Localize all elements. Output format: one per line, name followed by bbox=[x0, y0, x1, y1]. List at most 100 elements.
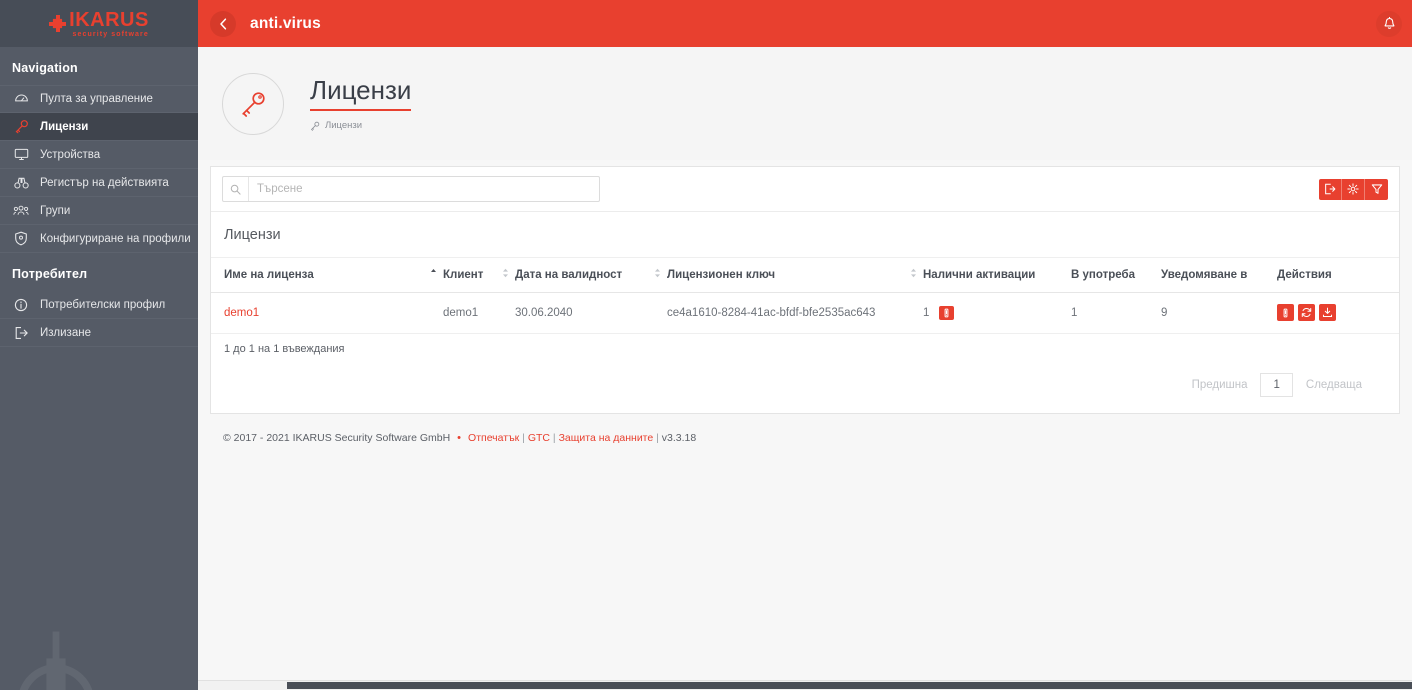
col-label: В употреба bbox=[1071, 268, 1135, 281]
settings-button[interactable] bbox=[1342, 178, 1365, 200]
back-button[interactable] bbox=[210, 10, 236, 37]
gtc-link[interactable]: GTC bbox=[528, 432, 550, 444]
pagination-next-button[interactable]: Следваща bbox=[1293, 374, 1375, 396]
sidebar-item-label: Регистър на действията bbox=[40, 176, 169, 189]
col-license-name[interactable]: Име на лицензa bbox=[211, 258, 443, 293]
export-icon bbox=[1325, 183, 1336, 195]
footer-separator-dot: • bbox=[457, 432, 462, 444]
col-label: Име на лицензa bbox=[224, 268, 314, 281]
breadcrumb: Лицензи bbox=[310, 120, 411, 131]
filter-icon bbox=[1371, 184, 1382, 194]
sidebar-item-groups[interactable]: Групи bbox=[0, 197, 198, 225]
search-input[interactable] bbox=[249, 177, 599, 201]
brand-logo[interactable]: IKARUS security software bbox=[0, 0, 198, 47]
sidebar: IKARUS security software Navigation Пулт… bbox=[0, 0, 198, 690]
page-header-icon-circle bbox=[222, 72, 284, 135]
sidebar-item-dashboard[interactable]: Пулта за управление bbox=[0, 85, 198, 113]
page-header: Лицензи Лицензи bbox=[198, 47, 1412, 160]
sort-asc-icon bbox=[430, 268, 437, 281]
search-box[interactable] bbox=[222, 176, 600, 202]
col-label: Лицензионен ключ bbox=[667, 268, 776, 281]
cell-client: demo1 bbox=[443, 292, 515, 334]
key-icon bbox=[242, 91, 265, 117]
download-icon bbox=[1322, 307, 1333, 318]
imprint-link[interactable]: Отпечатък bbox=[468, 432, 519, 444]
cell-license-key: ce4a1610-8284-41ac-bfdf-bfe2535ac643 bbox=[667, 292, 923, 334]
ikarus-star-icon bbox=[49, 15, 66, 32]
info-icon bbox=[1283, 308, 1288, 317]
col-label: Клиент bbox=[443, 268, 484, 281]
monitor-icon bbox=[12, 147, 30, 163]
cell-available-activations: 1 bbox=[923, 292, 1071, 334]
table-row: demo1 demo1 30.06.2040 ce4a1610-8284-41a… bbox=[211, 292, 1399, 334]
top-bar: anti.virus bbox=[198, 0, 1412, 47]
dashboard-icon bbox=[12, 91, 30, 107]
row-refresh-button[interactable] bbox=[1298, 304, 1315, 321]
warning-icon[interactable] bbox=[938, 305, 954, 320]
toolbar-row bbox=[211, 167, 1399, 211]
sidebar-item-label: Излизане bbox=[40, 326, 91, 339]
col-client[interactable]: Клиент bbox=[443, 258, 515, 293]
col-label: Действия bbox=[1277, 268, 1332, 281]
footer: © 2017 - 2021 IKARUS Security Software G… bbox=[210, 424, 1400, 444]
shield-icon bbox=[12, 231, 30, 247]
breadcrumb-label: Лицензи bbox=[325, 120, 363, 132]
col-valid-until[interactable]: Дата на валидност bbox=[515, 258, 667, 293]
sort-none-icon bbox=[502, 268, 509, 281]
sidebar-item-activity-log[interactable]: Регистър на действията bbox=[0, 169, 198, 197]
logout-icon bbox=[12, 325, 30, 341]
sidebar-item-label: Устройства bbox=[40, 148, 101, 161]
footer-copyright: © 2017 - 2021 IKARUS Security Software G… bbox=[223, 432, 451, 444]
privacy-link[interactable]: Защита на данните bbox=[559, 432, 654, 444]
bell-icon bbox=[1384, 16, 1394, 29]
licenses-table-card: Лицензи Име на лицензa Клиент Дата на ва… bbox=[211, 211, 1399, 413]
col-label: Дата на валидност bbox=[515, 268, 623, 281]
col-label: Налични активации bbox=[923, 268, 1036, 281]
table-card-title: Лицензи bbox=[211, 212, 1399, 258]
sidebar-item-licenses[interactable]: Лицензи bbox=[0, 113, 198, 141]
key-icon bbox=[310, 121, 320, 131]
sidebar-item-user-profile[interactable]: Потребителски профил bbox=[0, 291, 198, 319]
sidebar-item-label: Групи bbox=[40, 204, 71, 217]
key-icon bbox=[12, 119, 30, 135]
cell-notify-in: 9 bbox=[1161, 292, 1277, 334]
cell-actions bbox=[1277, 292, 1399, 334]
row-download-button[interactable] bbox=[1319, 304, 1336, 321]
col-actions: Действия bbox=[1277, 258, 1399, 293]
nav-section-header: Navigation bbox=[12, 61, 78, 75]
sidebar-item-label: Лицензи bbox=[40, 120, 89, 133]
col-available-activations: Налични активации bbox=[923, 258, 1071, 293]
content-panel: Лицензи Име на лицензa Клиент bbox=[210, 166, 1400, 414]
sidebar-item-label: Конфигуриране на профили bbox=[40, 232, 191, 245]
sidebar-item-profile-config[interactable]: Конфигуриране на профили bbox=[0, 225, 198, 253]
cell-license-name[interactable]: demo1 bbox=[211, 292, 443, 334]
sidebar-item-devices[interactable]: Устройства bbox=[0, 141, 198, 169]
licenses-table: Име на лицензa Клиент Дата на валидност … bbox=[211, 258, 1399, 334]
row-info-button[interactable] bbox=[1277, 304, 1294, 321]
cell-valid-until: 30.06.2040 bbox=[515, 292, 667, 334]
gear-icon bbox=[1347, 183, 1359, 195]
horizontal-scrollbar-thumb[interactable] bbox=[287, 682, 1412, 689]
chevron-left-icon bbox=[219, 17, 226, 30]
col-label: Уведомяване в bbox=[1161, 268, 1248, 281]
available-activations-value: 1 bbox=[923, 306, 930, 319]
table-header-row: Име на лицензa Клиент Дата на валидност … bbox=[211, 258, 1399, 293]
filter-button[interactable] bbox=[1365, 178, 1388, 200]
app-title: anti.virus bbox=[250, 14, 321, 32]
notifications-button[interactable] bbox=[1376, 10, 1402, 37]
export-button[interactable] bbox=[1319, 178, 1342, 200]
sidebar-item-logout[interactable]: Излизане bbox=[0, 319, 198, 347]
logo-tagline: security software bbox=[72, 30, 149, 38]
pagination-page-1[interactable]: 1 bbox=[1260, 373, 1293, 397]
col-notify-in: Уведомяване в bbox=[1161, 258, 1277, 293]
search-icon bbox=[223, 177, 249, 201]
horizontal-scrollbar[interactable] bbox=[0, 680, 1412, 690]
col-license-key[interactable]: Лицензионен ключ bbox=[667, 258, 923, 293]
page-title: Лицензи bbox=[310, 75, 412, 112]
footer-link-divider: | bbox=[552, 432, 556, 444]
user-section-header: Потребител bbox=[12, 267, 88, 281]
pagination-prev-button[interactable]: Предишна bbox=[1179, 374, 1261, 396]
pagination: Предишна 1 Следваща bbox=[211, 365, 1399, 413]
sidebar-watermark-graphic bbox=[19, 631, 93, 690]
sidebar-item-label: Пулта за управление bbox=[40, 93, 153, 105]
